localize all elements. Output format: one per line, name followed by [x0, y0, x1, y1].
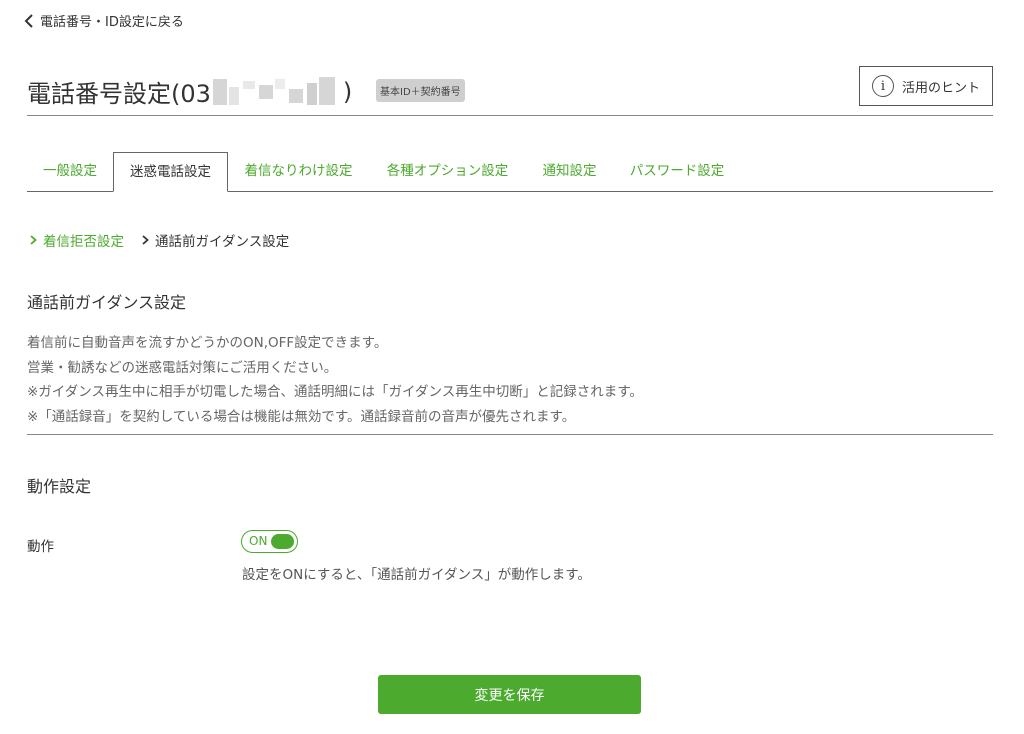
page-title-suffix: ): [342, 77, 353, 106]
hint-button-label: 活用のヒント: [901, 80, 980, 96]
description-line: ※「通話録音」を契約している場合は機能は無効です。通話録音前の音声が優先されます…: [27, 408, 576, 425]
chevron-right-icon: [30, 235, 37, 245]
tab-password[interactable]: パスワード設定: [613, 152, 741, 192]
chevron-right-icon: [142, 235, 149, 245]
id-type-badge: 基本ID＋契約番号: [376, 79, 465, 102]
sub-navigation: 着信拒否設定 通話前ガイダンス設定: [30, 230, 289, 250]
tab-options[interactable]: 各種オプション設定: [369, 152, 526, 192]
section-title: 通話前ガイダンス設定: [27, 293, 187, 312]
toggle-note: 設定をONにすると、「通話前ガイダンス」が動作します。: [242, 567, 591, 583]
redacted-number: [212, 75, 341, 109]
hint-button[interactable]: i 活用のヒント: [859, 66, 993, 106]
info-icon: i: [871, 75, 894, 97]
tab-bar: 一般設定 迷惑電話設定 着信なりわけ設定 各種オプション設定 通知設定 パスワー…: [27, 152, 993, 192]
toggle-state-label: ON: [249, 534, 268, 548]
toggle-knob: [271, 534, 294, 549]
tab-notifications[interactable]: 通知設定: [526, 152, 613, 192]
operation-settings-title: 動作設定: [27, 477, 92, 496]
section-description: 着信前に自動音声を流すかどうかのON,OFF設定できます。 営業・勧誘などの迷惑…: [27, 331, 643, 429]
subnav-call-rejection-label: 着信拒否設定: [43, 234, 124, 250]
description-line: ※ガイダンス再生中に相手が切電した場合、通話明細には「ガイダンス再生中切断」と記…: [27, 384, 643, 400]
description-line: 営業・勧誘などの迷惑電話対策にご活用ください。: [27, 359, 338, 376]
back-link-label: 電話番号・ID設定に戻る: [40, 15, 184, 30]
save-button[interactable]: 変更を保存: [378, 675, 641, 714]
tab-call-routing[interactable]: 着信なりわけ設定: [228, 152, 369, 192]
tab-general[interactable]: 一般設定: [27, 152, 113, 192]
operation-toggle[interactable]: ON: [241, 530, 298, 553]
subnav-call-rejection[interactable]: 着信拒否設定: [30, 230, 124, 250]
back-link[interactable]: 電話番号・ID設定に戻る: [24, 11, 184, 30]
tab-nuisance-calls[interactable]: 迷惑電話設定: [113, 152, 228, 192]
subnav-pre-call-guidance[interactable]: 通話前ガイダンス設定: [142, 230, 289, 250]
chevron-left-icon: [24, 13, 33, 28]
title-row: 電話番号設定(03 ) 基本ID＋契約番号 i 活用のヒント: [27, 66, 993, 116]
subnav-pre-call-guidance-label: 通話前ガイダンス設定: [155, 234, 290, 250]
operation-label: 動作: [27, 539, 54, 555]
description-line: 着信前に自動音声を流すかどうかのON,OFF設定できます。: [27, 335, 388, 351]
divider: [27, 434, 993, 435]
page-title: 電話番号設定(03 ): [27, 74, 352, 109]
page-title-prefix: 電話番号設定(03: [27, 80, 211, 108]
